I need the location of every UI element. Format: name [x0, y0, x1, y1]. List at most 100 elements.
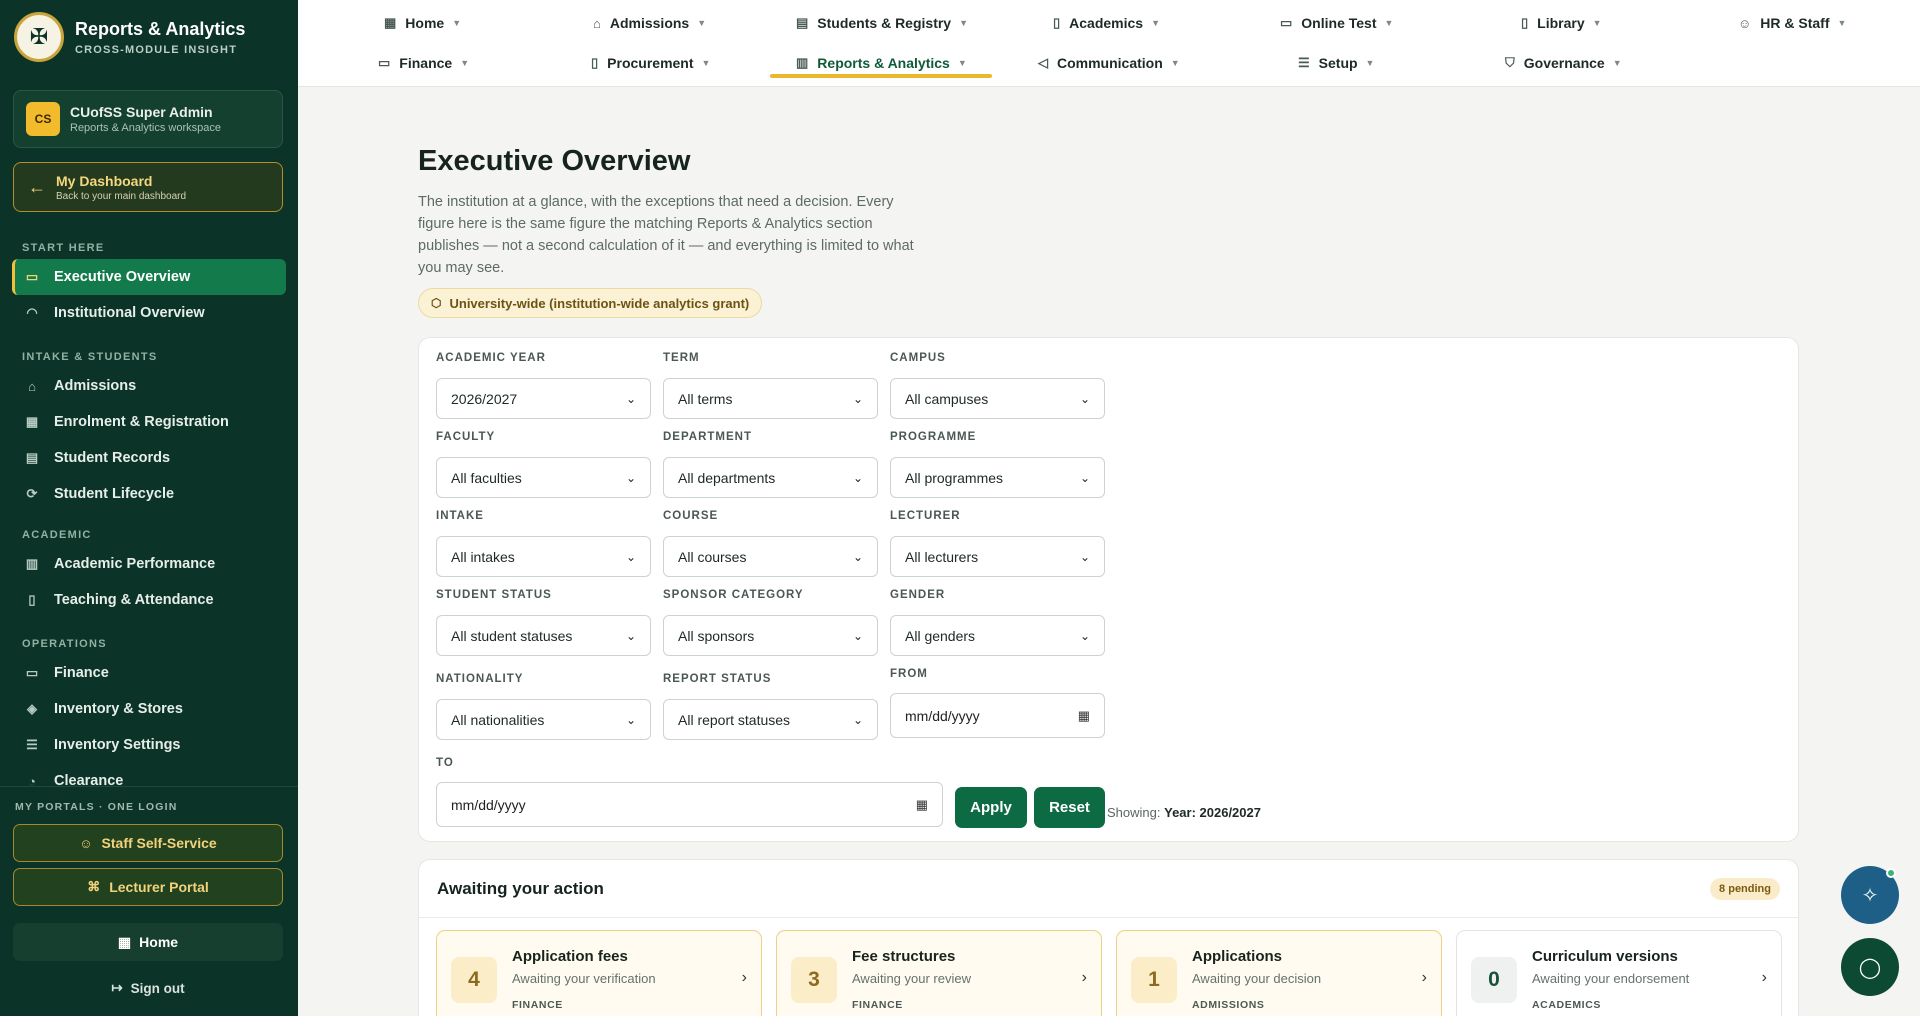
sliders-icon: ☰	[1298, 55, 1310, 70]
reset-button[interactable]: Reset	[1034, 787, 1105, 828]
sidebar-item-inventory-settings[interactable]: ☰ Inventory Settings	[12, 727, 286, 763]
nationality-label: NATIONALITY	[436, 673, 524, 685]
sidebar-section-academic: ACADEMIC	[22, 529, 92, 541]
chevron-down-icon: ▼	[1592, 18, 1602, 28]
date-placeholder: mm/dd/yyyy	[451, 796, 526, 813]
nav-students-registry[interactable]: ▤ Students & Registry ▼	[796, 8, 968, 38]
chevron-down-icon: ⌄	[1079, 391, 1090, 406]
nav-online-test[interactable]: ▭ Online Test ▼	[1280, 8, 1393, 38]
to-date-input[interactable]: mm/dd/yyyy ▦	[436, 782, 943, 827]
calendar-icon: ▦	[1077, 707, 1090, 723]
chevron-down-icon: ▼	[1837, 18, 1847, 28]
inbox-icon: ⌂	[593, 15, 601, 31]
course-select[interactable]: All courses ⌄	[663, 536, 878, 577]
bar-chart-icon: ▥	[796, 55, 809, 70]
nav-admissions[interactable]: ⌂ Admissions ▼	[593, 8, 706, 38]
book-icon: ▯	[1521, 15, 1529, 30]
lecturer-portal-label: Lecturer Portal	[109, 879, 209, 895]
chevron-down-icon: ⌄	[852, 549, 863, 564]
nav-label: Online Test	[1301, 15, 1377, 31]
chevron-down-icon: ▼	[697, 18, 707, 28]
nav-home[interactable]: ▦ Home ▼	[384, 8, 461, 38]
apply-button[interactable]: Apply	[955, 787, 1027, 828]
active-nav-indicator	[770, 74, 992, 78]
sponsor-category-select[interactable]: All sponsors ⌄	[663, 615, 878, 656]
sidebar-item-clearance[interactable]: ◔ Clearance	[12, 763, 286, 786]
assistant-chat-button[interactable]: ✧	[1841, 866, 1899, 924]
id-card-icon: ▤	[796, 15, 809, 30]
task-card-curriculum-versions[interactable]: 0 Curriculum versions Awaiting your endo…	[1456, 930, 1782, 1016]
route-icon: ⟳	[26, 486, 38, 501]
chevron-down-icon: ▼	[701, 58, 711, 68]
campus-select[interactable]: All campuses ⌄	[890, 378, 1105, 419]
nav-hr-staff[interactable]: ☺ HR & Staff ▼	[1738, 8, 1846, 38]
lecturer-select[interactable]: All lecturers ⌄	[890, 536, 1105, 577]
term-select[interactable]: All terms ⌄	[663, 378, 878, 419]
sidebar-item-label: Executive Overview	[54, 269, 191, 285]
department-select[interactable]: All departments ⌄	[663, 457, 878, 498]
sidebar-item-label: Enrolment & Registration	[54, 414, 229, 430]
faculty-select[interactable]: All faculties ⌄	[436, 457, 651, 498]
staff-self-service-button[interactable]: ☺ Staff Self-Service	[13, 824, 283, 862]
student-status-select[interactable]: All student statuses ⌄	[436, 615, 651, 656]
messages-chat-button[interactable]: ◯	[1841, 938, 1899, 996]
sidebar-item-inventory-stores[interactable]: ◈ Inventory & Stores	[12, 691, 286, 727]
academic-year-select[interactable]: 2026/2027 ⌄	[436, 378, 651, 419]
sidebar-item-admissions[interactable]: ⌂ Admissions	[12, 368, 286, 404]
sidebar-item-student-records[interactable]: ▤ Student Records	[12, 440, 286, 476]
home-button[interactable]: ▦ Home	[13, 923, 283, 961]
sign-out-label: Sign out	[130, 980, 185, 996]
select-value: All courses	[678, 548, 747, 565]
sidebar-item-academic-performance[interactable]: ▥ Academic Performance	[12, 546, 286, 582]
from-date-input[interactable]: mm/dd/yyyy ▦	[890, 693, 1105, 738]
gender-select[interactable]: All genders ⌄	[890, 615, 1105, 656]
select-value: All genders	[905, 627, 976, 644]
graduation-cap-icon: ⌘	[87, 879, 101, 894]
sidebar-item-student-lifecycle[interactable]: ⟳ Student Lifecycle	[12, 476, 286, 512]
user-card[interactable]: CS CUofSS Super Admin Reports & Analytic…	[13, 90, 283, 148]
chevron-down-icon: ▼	[460, 58, 470, 68]
nav-setup[interactable]: ☰ Setup ▼	[1298, 48, 1374, 78]
select-value: All sponsors	[678, 627, 755, 644]
grid-icon: ▦	[384, 15, 397, 30]
task-subtitle: Awaiting your review	[852, 971, 971, 986]
nav-academics[interactable]: ▯ Academics ▼	[1053, 8, 1160, 38]
arrow-left-icon: ←	[28, 176, 46, 197]
university-crest-logo: ✠	[14, 12, 64, 62]
chevron-down-icon: ▼	[452, 18, 462, 28]
gender-label: GENDER	[890, 589, 946, 601]
chevron-right-icon: ›	[741, 969, 747, 986]
my-dashboard-button[interactable]: ← My Dashboard Back to your main dashboa…	[13, 162, 283, 212]
course-label: COURSE	[663, 510, 719, 522]
nav-communication[interactable]: ◁ Communication ▼	[1038, 48, 1180, 78]
sidebar-item-enrolment-registration[interactable]: ▦ Enrolment & Registration	[12, 404, 286, 440]
user-role: Reports & Analytics workspace	[70, 122, 222, 134]
grid-icon: ▦	[117, 933, 132, 950]
home-label: Home	[139, 934, 179, 950]
sidebar-item-executive-overview[interactable]: ▭ Executive Overview	[12, 259, 286, 295]
report-status-select[interactable]: All report statuses ⌄	[663, 699, 878, 740]
sidebar-item-finance[interactable]: ▭ Finance	[12, 655, 286, 691]
lecturer-portal-button[interactable]: ⌘ Lecturer Portal	[13, 868, 283, 906]
id-card-icon: ▤	[25, 450, 39, 465]
scope-badge: ⬡ University-wide (institution-wide analy…	[418, 288, 763, 318]
nav-library[interactable]: ▯ Library ▼	[1521, 8, 1602, 38]
task-card-applications[interactable]: 1 Applications Awaiting your decision AD…	[1116, 930, 1442, 1016]
intake-select[interactable]: All intakes ⌄	[436, 536, 651, 577]
chevron-down-icon: ▼	[1170, 58, 1180, 68]
task-card-application-fees[interactable]: 4 Application fees Awaiting your verific…	[436, 930, 762, 1016]
nationality-select[interactable]: All nationalities ⌄	[436, 699, 651, 740]
nav-finance[interactable]: ▭ Finance ▼	[378, 48, 469, 78]
programme-select[interactable]: All programmes ⌄	[890, 457, 1105, 498]
brand[interactable]: ✠ Reports & Analytics CROSS-MODULE INSIG…	[0, 0, 298, 74]
task-card-fee-structures[interactable]: 3 Fee structures Awaiting your review FI…	[776, 930, 1102, 1016]
chevron-down-icon: ⌄	[1079, 628, 1090, 643]
nav-procurement[interactable]: ▯ Procurement ▼	[591, 48, 710, 78]
chevron-down-icon: ⌄	[625, 549, 636, 564]
sign-out-button[interactable]: ↦ Sign out	[13, 973, 283, 1003]
chevron-down-icon: ⌄	[1079, 470, 1090, 485]
task-subtitle: Awaiting your decision	[1192, 971, 1322, 986]
sidebar-item-teaching-attendance[interactable]: ▯ Teaching & Attendance	[12, 582, 286, 618]
nav-governance[interactable]: ⛉ Governance ▼	[1505, 48, 1622, 78]
sidebar-item-institutional-overview[interactable]: ◠ Institutional Overview	[12, 295, 286, 331]
